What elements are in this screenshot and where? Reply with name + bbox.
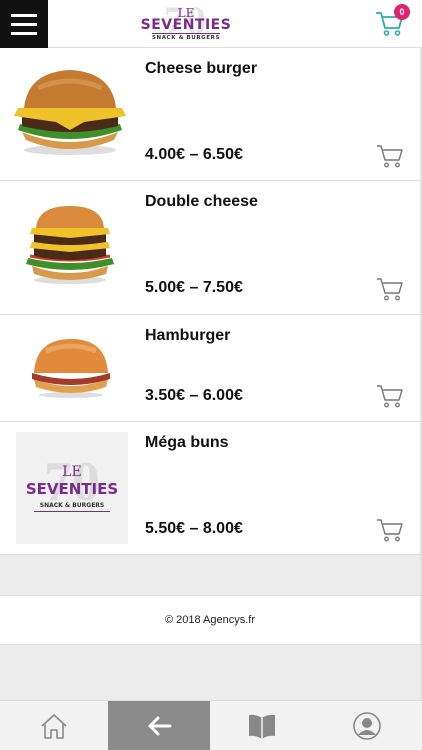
logo-tagline: SNACK & BURGERS <box>34 502 110 512</box>
brand-logo[interactable]: 70 LE SEVENTIES SNACK & BURGERS <box>88 0 284 47</box>
logo-le-text: LE <box>177 5 195 20</box>
add-to-cart-icon[interactable] <box>376 383 404 409</box>
back-arrow-icon <box>148 716 172 736</box>
seventies-logo-image[interactable]: 70 LE SEVENTIES SNACK & BURGERS <box>16 432 128 544</box>
product-price: 5.50€ – 8.00€ <box>145 520 243 537</box>
app-header: 70 LE SEVENTIES SNACK & BURGERS 0 <box>0 0 422 48</box>
logo-seventies-text: SEVENTIES <box>140 16 232 33</box>
double-cheeseburger-image[interactable] <box>24 206 116 286</box>
cart-count-badge: 0 <box>394 4 410 20</box>
product-name[interactable]: Hamburger <box>145 327 230 345</box>
product-item[interactable]: Hamburger 3.50€ – 6.00€ <box>0 315 420 422</box>
hamburger-image[interactable] <box>30 339 112 399</box>
product-name[interactable]: Double cheese <box>145 193 258 211</box>
add-to-cart-icon[interactable] <box>376 143 404 169</box>
menu-bar <box>11 31 37 35</box>
product-price: 5.00€ – 7.50€ <box>145 279 243 296</box>
product-list: Cheese burger 4.00€ – 6.50€ Double chees… <box>0 48 420 555</box>
nav-home[interactable] <box>0 701 108 750</box>
product-name[interactable]: Cheese burger <box>145 60 257 78</box>
content-spacer <box>0 555 420 595</box>
cheeseburger-image[interactable] <box>14 68 126 158</box>
product-item[interactable]: Cheese burger 4.00€ – 6.50€ <box>0 48 420 181</box>
menu-bar <box>11 13 37 17</box>
logo-le-text: LE <box>62 464 82 480</box>
logo-tagline: SNACK & BURGERS <box>151 32 221 41</box>
shopping-cart-icon[interactable]: 0 <box>374 4 410 40</box>
product-item[interactable]: Double cheese 5.00€ – 7.50€ <box>0 181 420 315</box>
product-item[interactable]: 70 LE SEVENTIES SNACK & BURGERS Méga bun… <box>0 422 420 555</box>
nav-back[interactable] <box>108 701 210 750</box>
hamburger-menu-icon[interactable] <box>0 0 48 48</box>
book-icon <box>249 714 275 739</box>
menu-bar <box>11 22 37 26</box>
copyright-text: © 2018 Agencys.fr <box>164 614 256 626</box>
nav-menu-book[interactable] <box>210 701 314 750</box>
bottom-nav <box>0 700 422 750</box>
add-to-cart-icon[interactable] <box>376 276 404 302</box>
logo-seventies-text: SEVENTIES <box>25 480 119 498</box>
copyright-footer: © 2018 Agencys.fr <box>0 595 420 645</box>
product-name[interactable]: Méga buns <box>145 434 229 452</box>
add-to-cart-icon[interactable] <box>376 517 404 543</box>
nav-account[interactable] <box>314 701 420 750</box>
product-price: 4.00€ – 6.50€ <box>145 146 243 163</box>
user-icon <box>353 712 381 740</box>
home-icon <box>41 714 67 739</box>
product-price: 3.50€ – 6.00€ <box>145 387 243 404</box>
